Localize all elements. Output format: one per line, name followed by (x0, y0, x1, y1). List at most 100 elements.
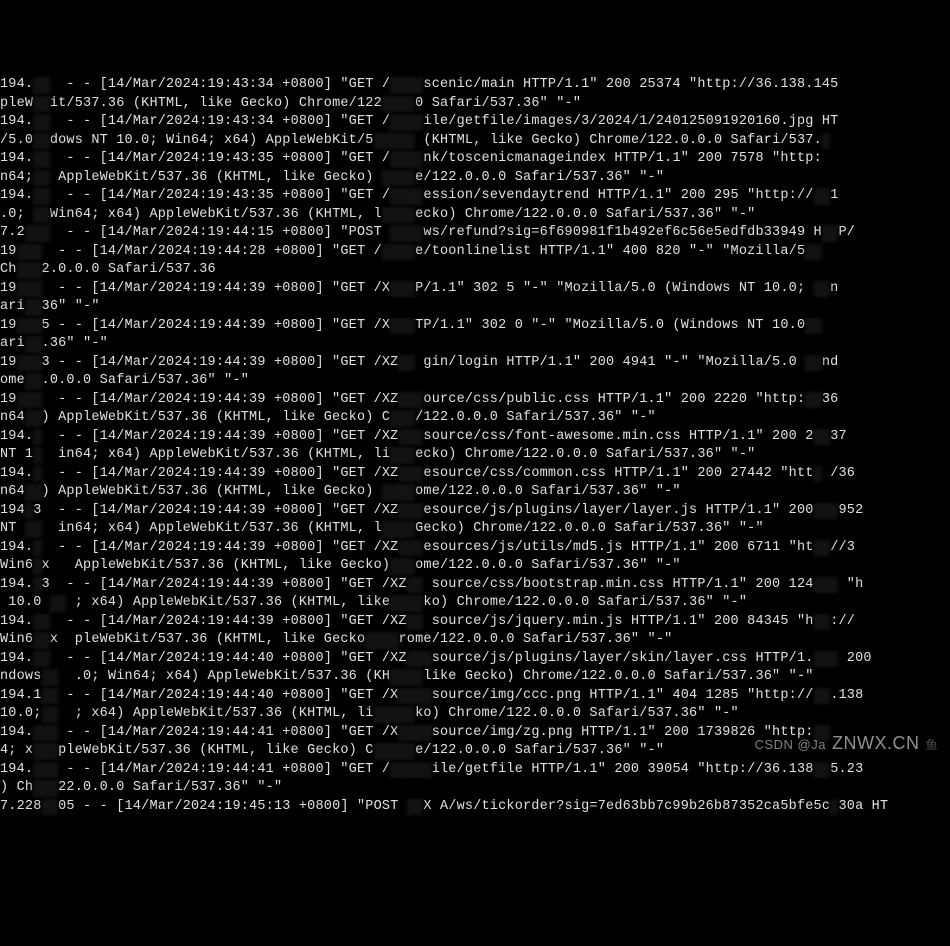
log-text: P/ (838, 225, 855, 240)
log-text: 194. (0, 614, 33, 629)
log-text: source/js/plugins/layer/skin/layer.css H… (432, 651, 814, 666)
redacted-segment (50, 594, 67, 613)
log-text: Ch (0, 262, 17, 277)
log-line: 7.2 - - [14/Mar/2024:19:44:15 +0800] "PO… (0, 224, 950, 243)
redacted-segment (25, 372, 42, 391)
redacted-segment (33, 576, 41, 595)
redacted-segment (407, 576, 424, 595)
log-text: 7.2 (0, 225, 25, 240)
log-text: 200 (838, 651, 871, 666)
log-line: ari 36" "-" (0, 298, 950, 317)
log-text: - - [14/Mar/2024:19:44:40 +0800] "GET /X (58, 688, 398, 703)
log-text: 19 (0, 355, 17, 370)
log-text: Win64; x64) AppleWebKit/537.36 (KHTML, l (50, 207, 382, 222)
log-line: 10.0; ; x64) AppleWebKit/537.36 (KHTML, … (0, 705, 950, 724)
log-text: ko) Chrome/122.0.0.0 Safari/537.36" "-" (415, 706, 739, 721)
log-text: ile/getfile HTTP/1.1" 200 39054 "http://… (432, 762, 814, 777)
terminal-log: 194. - - [14/Mar/2024:19:43:34 +0800] "G… (0, 74, 950, 816)
log-text: ) Ch (0, 780, 33, 795)
log-text: 194. (0, 466, 33, 481)
redacted-segment (25, 224, 50, 243)
log-line: 19 3 - - [14/Mar/2024:19:44:39 +0800] "G… (0, 354, 950, 373)
log-text: 952 (838, 503, 863, 518)
log-text: esource/js/plugins/layer/layer.js HTTP/1… (423, 503, 813, 518)
log-text: ile/getfile/images/3/2024/1/240125091920… (423, 114, 838, 129)
log-text: esource/css/common.css HTTP/1.1" 200 274… (423, 466, 813, 481)
log-text: x pleWebKit/537.36 (KHTML, like Gecko (50, 632, 365, 647)
redacted-segment (33, 76, 50, 95)
redacted-segment (33, 113, 50, 132)
redacted-segment (382, 169, 415, 188)
redacted-segment (390, 446, 415, 465)
log-text: ome (0, 373, 25, 388)
log-text: ource/css/public.css HTTP/1.1" 200 2220 … (423, 392, 805, 407)
redacted-segment (390, 668, 423, 687)
log-line: .0; Win64; x64) AppleWebKit/537.36 (KHTM… (0, 206, 950, 225)
redacted-segment (17, 317, 42, 336)
log-text: NT 1 (0, 447, 33, 462)
log-text: source/css/font-awesome.min.css HTTP/1.1… (423, 429, 813, 444)
redacted-segment (42, 798, 59, 817)
log-text: (KHTML, like Gecko) Chrome/122.0.0.0 Saf… (415, 133, 822, 148)
log-text: 22.0.0.0 Safari/537.36" "-" (58, 780, 282, 795)
log-text: n (830, 281, 838, 296)
redacted-segment (33, 539, 41, 558)
redacted-segment (33, 465, 41, 484)
redacted-segment (814, 650, 839, 669)
redacted-segment (382, 520, 415, 539)
log-line: 194. - - [14/Mar/2024:19:43:34 +0800] "G… (0, 76, 950, 95)
log-text: TP/1.1" 302 0 "-" "Mozilla/5.0 (Windows … (415, 318, 805, 333)
redacted-segment (390, 150, 423, 169)
log-text: 194. (0, 77, 33, 92)
log-text: ession/sevendaytrend HTTP/1.1" 200 295 "… (423, 188, 813, 203)
log-text: rome/122.0.0.0 Safari/537.36" "-" (399, 632, 673, 647)
log-text: source/css/bootstrap.min.css HTTP/1.1" 2… (423, 577, 813, 592)
redacted-segment (390, 224, 423, 243)
log-line: 194 3 - - [14/Mar/2024:19:44:39 +0800] "… (0, 502, 950, 521)
redacted-segment (33, 206, 50, 225)
log-text: ome/122.0.0.0 Safari/537.36" "-" (415, 558, 681, 573)
redacted-segment (390, 280, 415, 299)
log-text: 194 (0, 503, 25, 518)
log-text: - - [14/Mar/2024:19:44:15 +0800] "POST (50, 225, 390, 240)
log-text: 194.1 (0, 688, 42, 703)
redacted-segment (407, 650, 432, 669)
log-text: Win6 (0, 632, 33, 647)
log-line: 194. - - [14/Mar/2024:19:44:39 +0800] "G… (0, 539, 950, 558)
log-text: - - [14/Mar/2024:19:44:39 +0800] "GET /X (42, 281, 391, 296)
log-text: - - [14/Mar/2024:19:44:41 +0800] "GET / (58, 762, 390, 777)
watermark: CSDN @Ja ZNWX.CN 鱼 (755, 734, 938, 755)
redacted-segment (33, 150, 50, 169)
redacted-segment (830, 798, 838, 817)
log-line: 19 - - [14/Mar/2024:19:44:39 +0800] "GET… (0, 280, 950, 299)
log-text: /5.0 (0, 133, 33, 148)
log-line: 194. - - [14/Mar/2024:19:43:34 +0800] "G… (0, 113, 950, 132)
log-text: dows NT 10.0; Win64; x64) AppleWebKit/5 (50, 133, 374, 148)
redacted-segment (814, 687, 831, 706)
redacted-segment (399, 428, 424, 447)
log-text: .0; (0, 207, 33, 222)
log-line: Ch 2.0.0.0 Safari/537.36 (0, 261, 950, 280)
log-text: ndows (0, 669, 42, 684)
log-text: - - [14/Mar/2024:19:44:28 +0800] "GET / (42, 244, 382, 259)
log-text: - - [14/Mar/2024:19:44:41 +0800] "GET /X (58, 725, 398, 740)
log-text: 194. (0, 577, 33, 592)
log-text: "h (838, 577, 863, 592)
log-text: x AppleWebKit/537.36 (KHTML, like Gecko) (42, 558, 391, 573)
redacted-segment (814, 465, 822, 484)
log-text: ari (0, 299, 25, 314)
log-text: source/img/ccc.png HTTP/1.1" 404 1285 "h… (432, 688, 814, 703)
log-line: NT 1 in64; x64) AppleWebKit/537.36 (KHTM… (0, 446, 950, 465)
log-text: scenic/main HTTP/1.1" 200 25374 "http://… (423, 77, 838, 92)
log-text: it/537.36 (KHTML, like Gecko) Chrome/122 (50, 96, 382, 111)
redacted-segment (814, 539, 831, 558)
redacted-segment (33, 187, 50, 206)
log-text: e/toonlinelist HTTP/1.1" 400 820 "-" "Mo… (415, 244, 805, 259)
redacted-segment (33, 446, 41, 465)
log-text: Gecko) Chrome/122.0.0.0 Safari/537.36" "… (415, 521, 764, 536)
log-text: 194. (0, 188, 33, 203)
redacted-segment (805, 243, 822, 262)
log-text: in64; x64) AppleWebKit/537.36 (KHTML, l (42, 521, 382, 536)
log-line: 19 - - [14/Mar/2024:19:44:28 +0800] "GET… (0, 243, 950, 262)
redacted-segment (25, 502, 33, 521)
